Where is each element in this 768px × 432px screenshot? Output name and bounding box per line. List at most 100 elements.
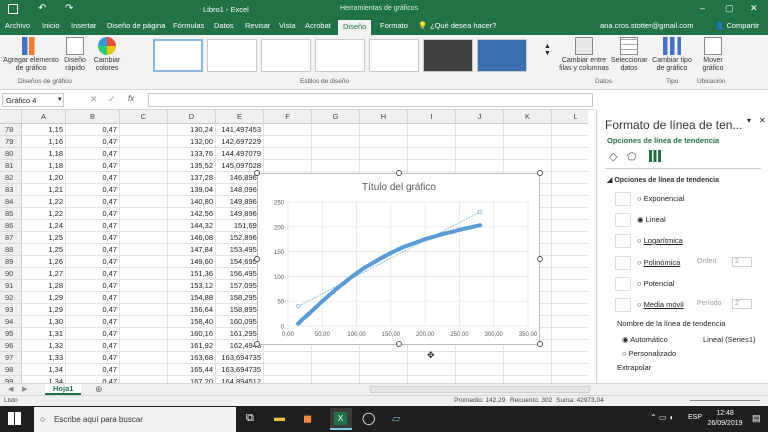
row-header[interactable]: 89 <box>0 256 22 268</box>
clock-time[interactable]: 12:48 <box>705 410 745 417</box>
cell[interactable]: 1,29 <box>22 292 66 304</box>
data-point[interactable] <box>361 266 366 271</box>
sheet-prev-icon[interactable]: ◀ <box>8 385 13 393</box>
change-colors-button[interactable]: Cambiar colores <box>90 37 124 73</box>
cell[interactable]: 144,32 <box>168 220 216 232</box>
row-header[interactable]: 80 <box>0 148 22 160</box>
cell[interactable]: 1,34 <box>22 364 66 376</box>
data-point[interactable] <box>402 244 407 249</box>
column-header-g[interactable]: G <box>312 110 360 124</box>
cell[interactable]: 1,31 <box>22 328 66 340</box>
cell[interactable] <box>312 124 360 136</box>
cell[interactable]: 1,29 <box>22 304 66 316</box>
cell[interactable] <box>120 160 168 172</box>
cell[interactable]: 0,47 <box>66 196 120 208</box>
data-point[interactable] <box>375 258 380 263</box>
cell[interactable] <box>120 256 168 268</box>
cell[interactable]: 1,22 <box>22 196 66 208</box>
cell[interactable] <box>312 364 360 376</box>
maximize-icon[interactable]: ▢ <box>725 3 734 14</box>
quick-layout-button[interactable]: Diseño rápido <box>61 37 89 73</box>
trendline-option-3[interactable]: ○ Polinómica <box>615 256 680 270</box>
cell[interactable]: 1,20 <box>22 172 66 184</box>
cell[interactable]: 1,34 <box>22 376 66 383</box>
cell[interactable] <box>264 136 312 148</box>
effects-icon[interactable]: ⬠ <box>627 150 637 163</box>
data-point[interactable] <box>388 251 393 256</box>
cell[interactable] <box>456 148 504 160</box>
cell[interactable]: 154,88 <box>168 292 216 304</box>
chart-style-4[interactable] <box>315 39 365 72</box>
cell[interactable] <box>408 364 456 376</box>
column-header-k[interactable]: K <box>504 110 552 124</box>
cell[interactable] <box>552 328 588 340</box>
cell[interactable] <box>120 280 168 292</box>
cell[interactable] <box>552 244 588 256</box>
column-header-a[interactable]: A <box>22 110 66 124</box>
column-header-b[interactable]: B <box>66 110 120 124</box>
app-icon[interactable]: ◼ <box>303 412 312 425</box>
cell[interactable]: 1,26 <box>22 256 66 268</box>
cell[interactable] <box>360 148 408 160</box>
cell[interactable]: 135,52 <box>168 160 216 172</box>
cell[interactable] <box>456 352 504 364</box>
enter-icon[interactable]: ✓ <box>108 94 116 105</box>
cell[interactable] <box>456 376 504 383</box>
radio-button[interactable]: ○ <box>637 258 644 267</box>
change-chart-type-button[interactable]: Cambiar tipo de gráfico <box>650 37 694 73</box>
cell[interactable] <box>456 124 504 136</box>
cell[interactable] <box>408 376 456 383</box>
task-view-icon[interactable]: ⧉ <box>246 412 254 425</box>
add-chart-element-button[interactable]: Agregar elemento de gráfico <box>2 37 60 73</box>
cell[interactable] <box>120 292 168 304</box>
tab-datos[interactable]: Datos <box>214 21 234 30</box>
row-header[interactable]: 92 <box>0 292 22 304</box>
tray-icons[interactable]: ⌃ ▭ ◖ <box>650 413 674 422</box>
radio-custom[interactable]: ○ Personalizado <box>622 349 676 358</box>
row-header[interactable]: 87 <box>0 232 22 244</box>
row-header[interactable]: 96 <box>0 340 22 352</box>
cell[interactable] <box>552 292 588 304</box>
select-all-corner[interactable] <box>0 110 22 124</box>
cell[interactable]: 0,47 <box>66 160 120 172</box>
cell[interactable]: 160,16 <box>168 328 216 340</box>
cell[interactable]: 142,697229 <box>216 136 264 148</box>
close-icon[interactable]: ✕ <box>750 3 758 14</box>
cell[interactable] <box>504 136 552 148</box>
cell[interactable] <box>552 208 588 220</box>
cell[interactable] <box>456 160 504 172</box>
cell[interactable]: 0,47 <box>66 376 120 383</box>
cell[interactable]: 1,24 <box>22 220 66 232</box>
cell[interactable] <box>312 376 360 383</box>
cell[interactable]: 1,15 <box>22 124 66 136</box>
cell[interactable] <box>312 160 360 172</box>
cell[interactable]: 1,25 <box>22 232 66 244</box>
column-header-e[interactable]: E <box>216 110 264 124</box>
row-header[interactable]: 90 <box>0 268 22 280</box>
row-header[interactable]: 97 <box>0 352 22 364</box>
data-point[interactable] <box>450 229 455 234</box>
data-point[interactable] <box>471 224 476 229</box>
cell[interactable]: 139,04 <box>168 184 216 196</box>
cell[interactable] <box>552 256 588 268</box>
trendline-option-5[interactable]: ○ Media móvil <box>615 298 684 312</box>
cell[interactable] <box>264 160 312 172</box>
cell[interactable] <box>264 148 312 160</box>
cell[interactable]: 137,28 <box>168 172 216 184</box>
tell-me-input[interactable]: ¿Qué desea hacer? <box>430 21 496 30</box>
language-indicator[interactable]: ESP <box>688 414 702 421</box>
cell[interactable] <box>264 376 312 383</box>
data-point[interactable] <box>443 231 448 236</box>
tab-formulas[interactable]: Fórmulas <box>173 21 204 30</box>
cell[interactable] <box>120 124 168 136</box>
cell[interactable] <box>552 172 588 184</box>
tab-revisar[interactable]: Revisar <box>245 21 270 30</box>
cell[interactable]: 133,76 <box>168 148 216 160</box>
sheet-tab-hoja1[interactable]: Hoja1 <box>45 384 82 395</box>
cell[interactable] <box>360 352 408 364</box>
cell[interactable]: 132,00 <box>168 136 216 148</box>
cell[interactable] <box>552 364 588 376</box>
data-point[interactable] <box>320 299 325 304</box>
cell[interactable]: 163,694735 <box>216 352 264 364</box>
chrome-icon[interactable]: ◯ <box>362 411 375 425</box>
